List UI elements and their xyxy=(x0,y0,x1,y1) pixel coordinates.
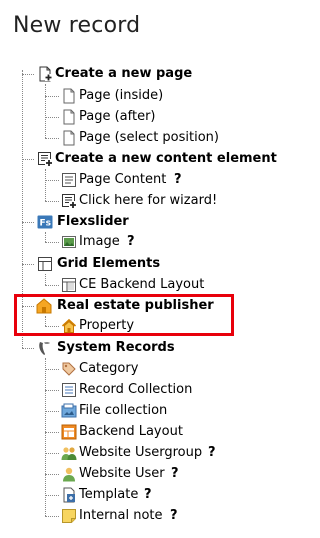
help-icon[interactable]: ? xyxy=(174,171,182,189)
flexslider-icon: Fs xyxy=(37,214,53,230)
group-label: Grid Elements xyxy=(57,256,161,271)
item-label: Record Collection xyxy=(79,382,193,397)
item-label: CE Backend Layout xyxy=(79,277,205,292)
grid-icon xyxy=(37,256,53,272)
item-label: Page (inside) xyxy=(79,88,164,103)
item-label: Page (after) xyxy=(79,109,156,124)
group-label: Create a new page xyxy=(55,66,193,81)
item-label: Website Usergroup xyxy=(79,445,203,460)
help-icon[interactable]: ? xyxy=(208,444,216,462)
item-label: Page Content xyxy=(79,172,167,187)
page-icon xyxy=(61,88,77,104)
note-icon xyxy=(61,508,77,524)
page-icon xyxy=(61,130,77,146)
backend-layout-icon xyxy=(61,277,77,293)
help-icon[interactable]: ? xyxy=(144,486,152,504)
user-icon xyxy=(61,466,77,482)
item-label: Category xyxy=(79,361,139,376)
group-label: Flexslider xyxy=(57,214,129,229)
item-label: Page (select position) xyxy=(79,130,219,145)
help-icon[interactable]: ? xyxy=(171,465,179,483)
item-label: File collection xyxy=(79,403,168,418)
record-collection-icon xyxy=(61,382,77,398)
help-icon[interactable]: ? xyxy=(127,233,135,251)
content-new-icon xyxy=(37,151,53,167)
group-label: System Records xyxy=(57,340,175,355)
backend-layout-orange-icon xyxy=(61,424,77,440)
item-label: Template xyxy=(79,487,139,502)
help-icon[interactable]: ? xyxy=(170,507,178,525)
new-record-tree: Create a new page Page (inside) Page (af… xyxy=(0,0,277,538)
usergroup-icon xyxy=(61,445,77,461)
svg-text:Fs: Fs xyxy=(40,219,52,229)
item-label: Image xyxy=(79,234,120,249)
highlight-box xyxy=(14,294,234,336)
group-label: Create a new content element xyxy=(55,151,277,166)
typo3-logo-icon xyxy=(37,340,53,356)
category-tag-icon xyxy=(61,361,77,377)
template-icon xyxy=(61,487,77,503)
item-label: Website User xyxy=(79,466,165,481)
item-label: Click here for wizard! xyxy=(79,193,218,208)
page-new-icon xyxy=(37,66,53,82)
image-icon xyxy=(61,234,77,250)
content-icon xyxy=(61,172,77,188)
content-wizard-icon xyxy=(61,193,77,209)
page-icon xyxy=(61,109,77,125)
item-label: Internal note xyxy=(79,508,163,523)
file-collection-icon xyxy=(61,403,77,419)
item-label: Backend Layout xyxy=(79,424,183,439)
